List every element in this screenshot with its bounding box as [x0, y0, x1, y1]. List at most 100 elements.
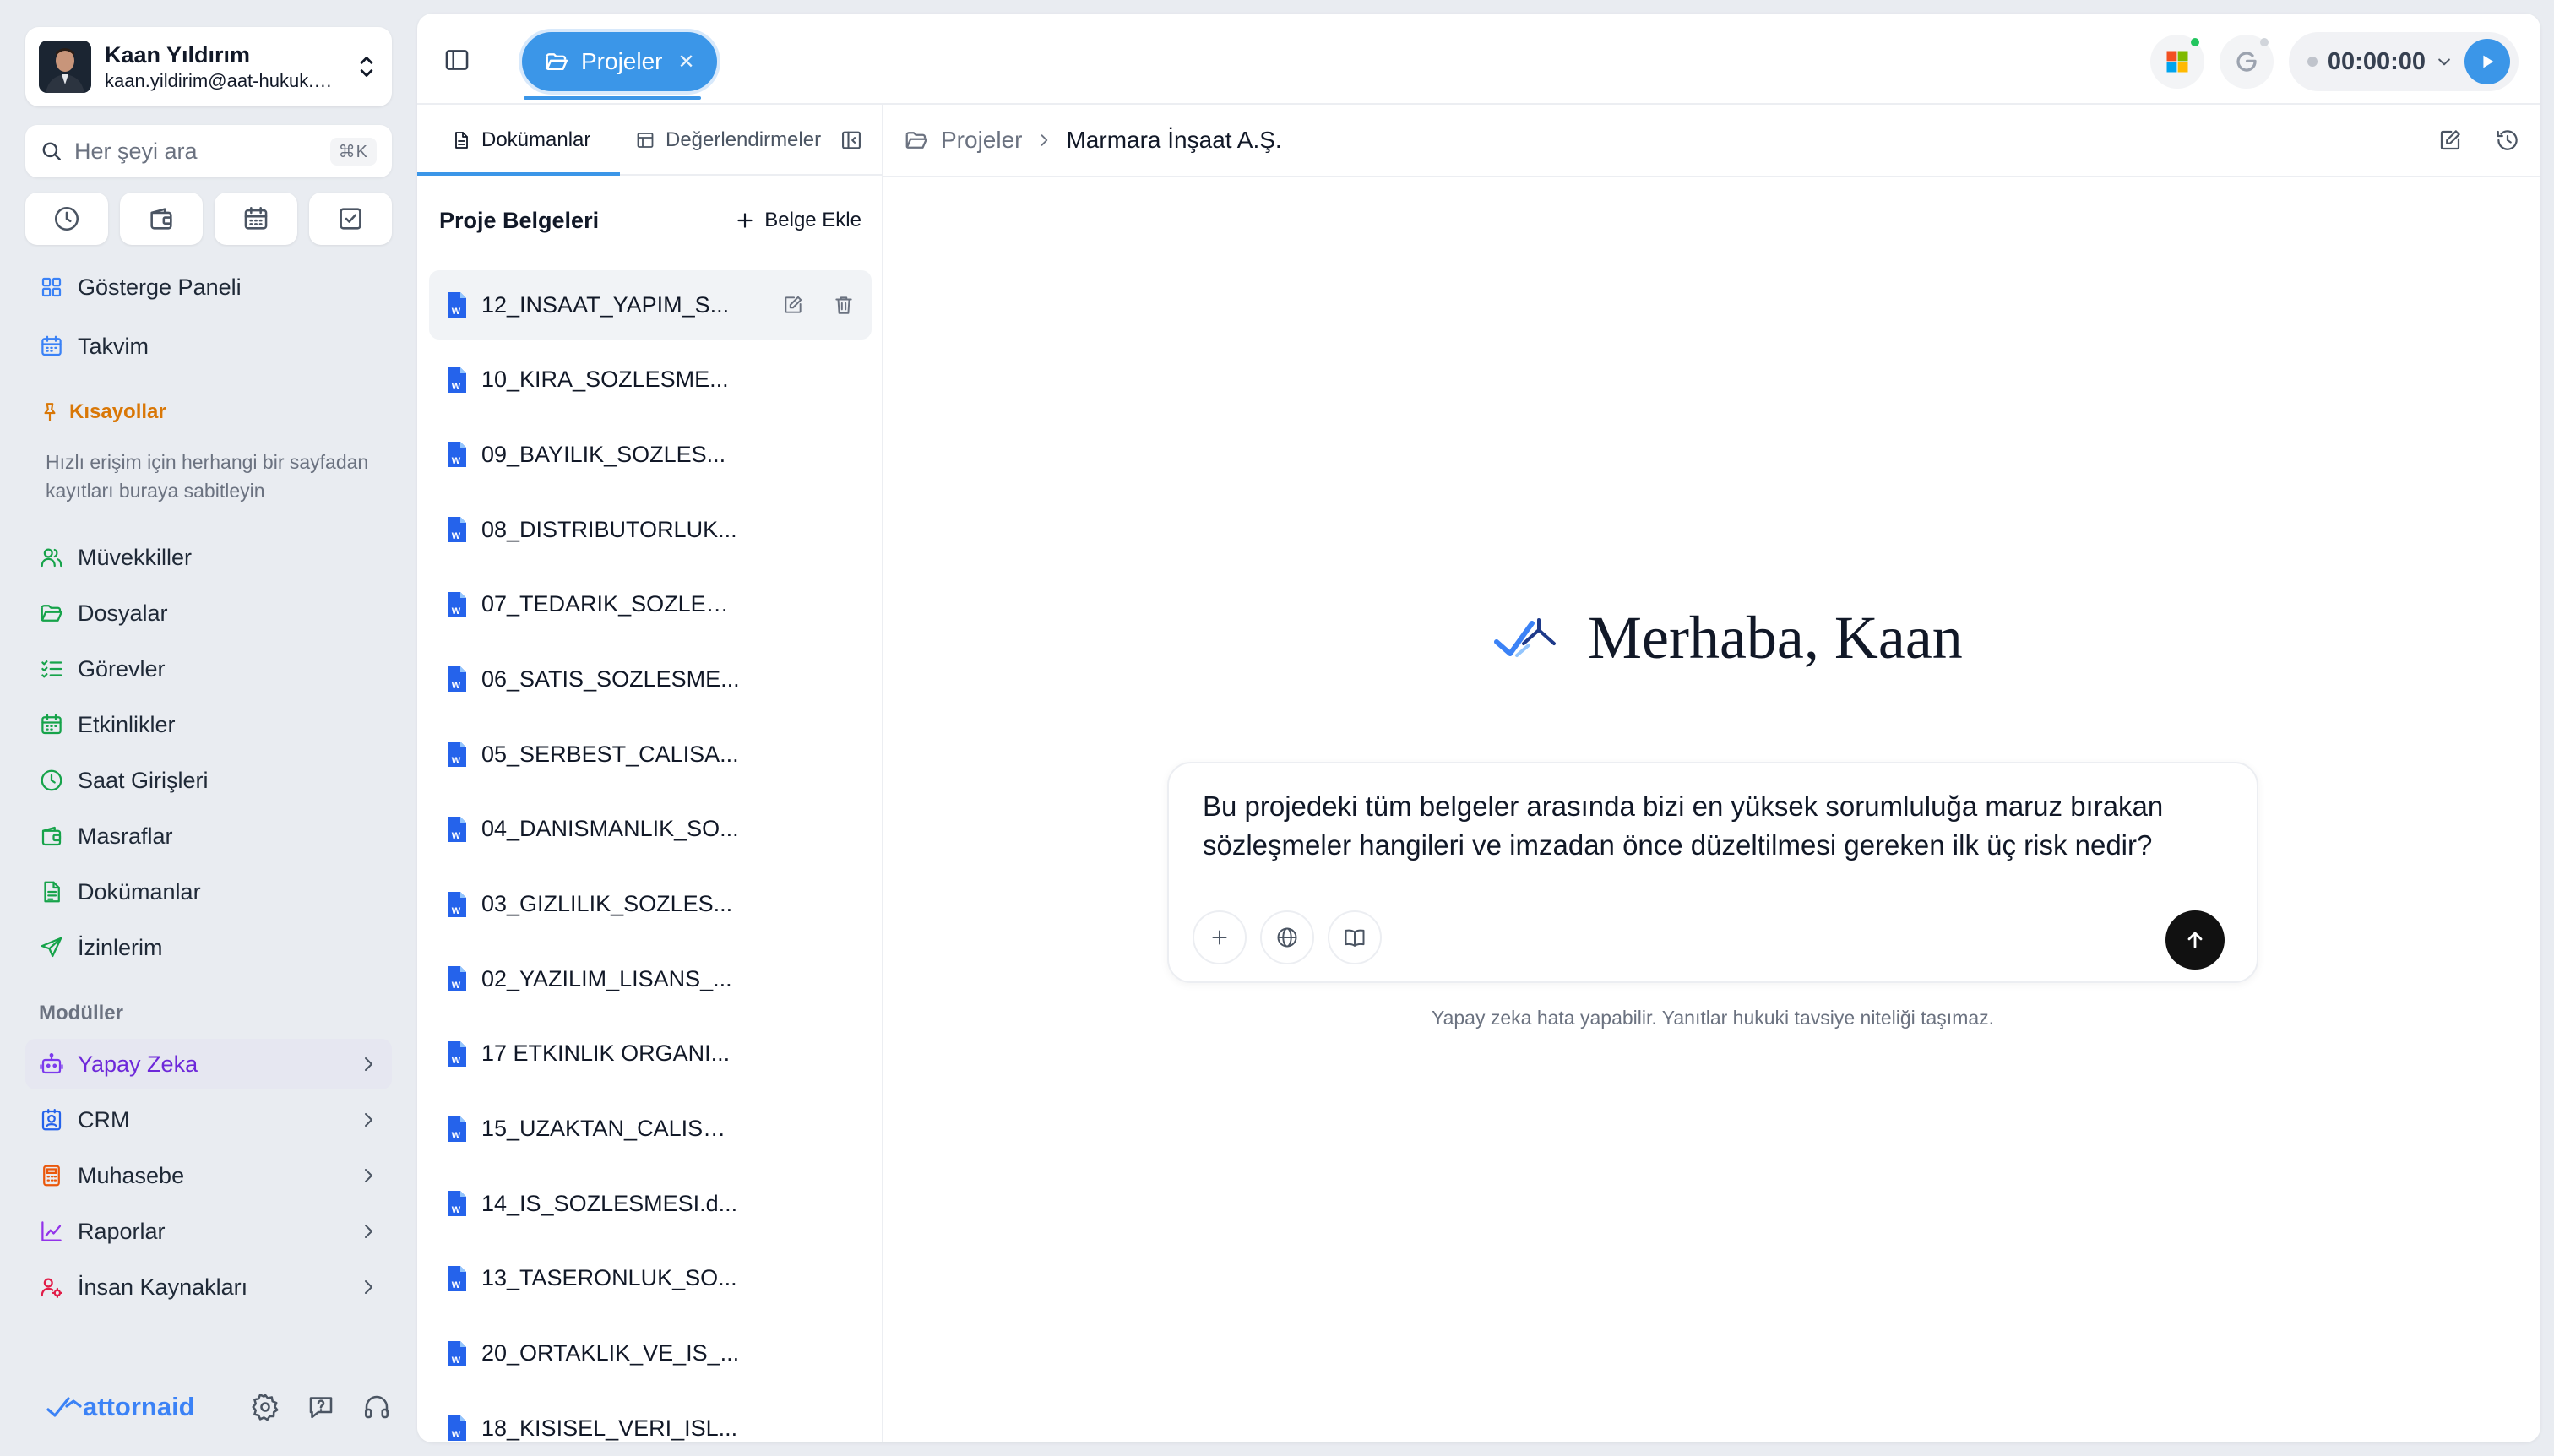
contact-icon — [41, 1109, 62, 1131]
list-item[interactable]: W 12_INSAAT_YAPIM_S... — [429, 270, 872, 340]
send-button[interactable] — [2165, 910, 2225, 970]
breadcrumb-root[interactable]: Projeler — [941, 127, 1022, 154]
close-icon[interactable]: ✕ — [677, 50, 694, 74]
status-dot — [2259, 38, 2269, 46]
tab-projects[interactable]: Projeler ✕ — [522, 32, 717, 91]
history-icon[interactable] — [2495, 128, 2520, 153]
list-item[interactable]: W 09_BAYILIK_SOZLES... — [429, 420, 872, 489]
gear-icon[interactable] — [250, 1392, 280, 1422]
list-item[interactable]: W 06_SATIS_SOZLESME... — [429, 644, 872, 714]
timer-status-dot — [2307, 57, 2318, 67]
svg-text:W: W — [452, 1280, 461, 1290]
list-item[interactable]: W 04_DANISMANLIK_SO... — [429, 795, 872, 864]
logo-check-icon — [46, 1397, 82, 1417]
greeting: Merhaba, Kaan — [1492, 603, 1963, 673]
word-file-icon: W — [448, 1265, 466, 1291]
nav-events[interactable]: Etkinlikler — [25, 699, 392, 750]
nav-label: İnsan Kaynakları — [78, 1274, 248, 1300]
nav-documents[interactable]: Dokümanlar — [25, 867, 392, 917]
nav-calendar[interactable]: Takvim — [25, 321, 392, 372]
add-document-button[interactable]: Belge Ekle — [734, 209, 861, 232]
app-logo[interactable]: attornaid — [46, 1392, 195, 1422]
global-search[interactable]: Her şeyi ara ⌘K — [25, 125, 392, 177]
svg-text:W: W — [452, 1430, 461, 1440]
app-logo-icon — [1494, 617, 1556, 657]
chart-icon — [41, 1221, 62, 1241]
help-chat-icon[interactable] — [306, 1392, 336, 1422]
nav-label: İzinlerim — [78, 934, 163, 960]
nav-accounting[interactable]: Muhasebe — [25, 1150, 392, 1201]
pin-icon — [44, 403, 56, 421]
checkbox-icon — [340, 208, 361, 230]
user-switcher[interactable]: Kaan Yıldırım kaan.yildirim@aat-hukuk.co… — [25, 27, 392, 106]
user-email: kaan.yildirim@aat-hukuk.com — [105, 70, 340, 91]
library-button[interactable] — [1328, 910, 1382, 964]
quick-calendar-button[interactable] — [215, 193, 297, 245]
chat-composer[interactable]: Bu projedeki tüm belgeler arasında bizi … — [1167, 762, 2258, 983]
play-icon — [2483, 55, 2494, 68]
nav-leaves[interactable]: İzinlerim — [25, 922, 392, 973]
main-window: Projeler ✕ 00:00:00 Dokümanlar Değerlend… — [417, 14, 2540, 1442]
quick-expense-button[interactable] — [120, 193, 203, 245]
user-cog-icon — [41, 1278, 62, 1298]
quick-task-button[interactable] — [309, 193, 392, 245]
chevron-down-icon[interactable] — [2436, 53, 2453, 70]
word-file-icon: W — [448, 442, 466, 468]
list-item[interactable]: W 13_TASERONLUK_SO... — [429, 1244, 872, 1313]
trash-icon[interactable] — [833, 294, 855, 316]
word-file-icon: W — [448, 816, 466, 842]
timer-value: 00:00:00 — [2327, 47, 2426, 75]
list-item[interactable]: W 07_TEDARIK_SOZLES... — [429, 570, 872, 639]
list-item[interactable]: W 02_YAZILIM_LISANS_... — [429, 944, 872, 1013]
clock-icon — [41, 769, 62, 791]
microsoft-integration-button[interactable] — [2149, 35, 2204, 89]
nav-files[interactable]: Dosyalar — [25, 588, 392, 638]
nav-ai[interactable]: Yapay Zeka — [25, 1039, 392, 1089]
edit-icon[interactable] — [782, 294, 804, 316]
prompt-input[interactable]: Bu projedeki tüm belgeler arasında bizi … — [1203, 787, 2216, 865]
list-item[interactable]: W 05_SERBEST_CALISA... — [429, 720, 872, 789]
attach-button[interactable] — [1193, 910, 1247, 964]
list-item[interactable]: W 15_UZAKTAN_CALISM... — [429, 1095, 872, 1164]
list-item[interactable]: W 17 ETKINLIK ORGANI... — [429, 1019, 872, 1089]
nav-expenses[interactable]: Masraflar — [25, 811, 392, 861]
timer-play-button[interactable] — [2464, 39, 2510, 84]
nav-crm[interactable]: CRM — [25, 1095, 392, 1145]
sidebar-footer: attornaid — [46, 1385, 392, 1429]
nav-time-entries[interactable]: Saat Girişleri — [25, 755, 392, 806]
tab-evaluations[interactable]: Değerlendirmeler — [635, 105, 821, 176]
document-name: 20_ORTAKLIK_VE_IS_... — [481, 1340, 740, 1366]
plane-icon — [41, 937, 62, 958]
panel-collapse-icon[interactable] — [840, 128, 863, 152]
nav-clients[interactable]: Müvekkiller — [25, 532, 392, 583]
web-search-button[interactable] — [1260, 910, 1314, 964]
document-name: 05_SERBEST_CALISA... — [481, 741, 739, 767]
ai-disclaimer: Yapay zeka hata yapabilir. Yanıtlar huku… — [1431, 1007, 1995, 1029]
dashboard-icon — [41, 277, 62, 297]
tasks-icon — [41, 660, 62, 678]
microsoft-icon — [2166, 51, 2188, 73]
list-item[interactable]: W 14_IS_SOZLESMESI.d... — [429, 1169, 872, 1238]
time-tracker[interactable]: 00:00:00 — [2288, 32, 2519, 91]
list-item[interactable]: W 03_GIZLILIK_SOZLES... — [429, 870, 872, 939]
nav-hr[interactable]: İnsan Kaynakları — [25, 1262, 392, 1312]
headset-icon[interactable] — [361, 1392, 392, 1422]
new-chat-icon[interactable] — [2437, 128, 2463, 153]
list-item[interactable]: W 18_KISISEL_VERI_ISL... — [429, 1394, 872, 1442]
plus-icon — [1212, 930, 1227, 945]
sidebar: Kaan Yıldırım kaan.yildirim@aat-hukuk.co… — [0, 0, 417, 1456]
nav-label: Yapay Zeka — [78, 1051, 198, 1077]
nav-dashboard[interactable]: Gösterge Paneli — [25, 262, 392, 312]
bot-icon — [40, 1053, 63, 1074]
quick-time-button[interactable] — [25, 193, 108, 245]
list-item[interactable]: W 20_ORTAKLIK_VE_IS_... — [429, 1319, 872, 1388]
google-integration-button[interactable] — [2219, 35, 2274, 89]
nav-tasks[interactable]: Görevler — [25, 644, 392, 694]
sidebar-toggle-icon[interactable] — [443, 46, 471, 74]
shortcuts-heading: Kısayollar — [39, 400, 166, 424]
list-item[interactable]: W 08_DISTRIBUTORLUK... — [429, 495, 872, 564]
nav-reports[interactable]: Raporlar — [25, 1206, 392, 1257]
table-icon — [637, 133, 654, 148]
list-item[interactable]: W 10_KIRA_SOZLESME... — [429, 345, 872, 415]
tab-documents[interactable]: Dokümanlar — [451, 105, 590, 176]
